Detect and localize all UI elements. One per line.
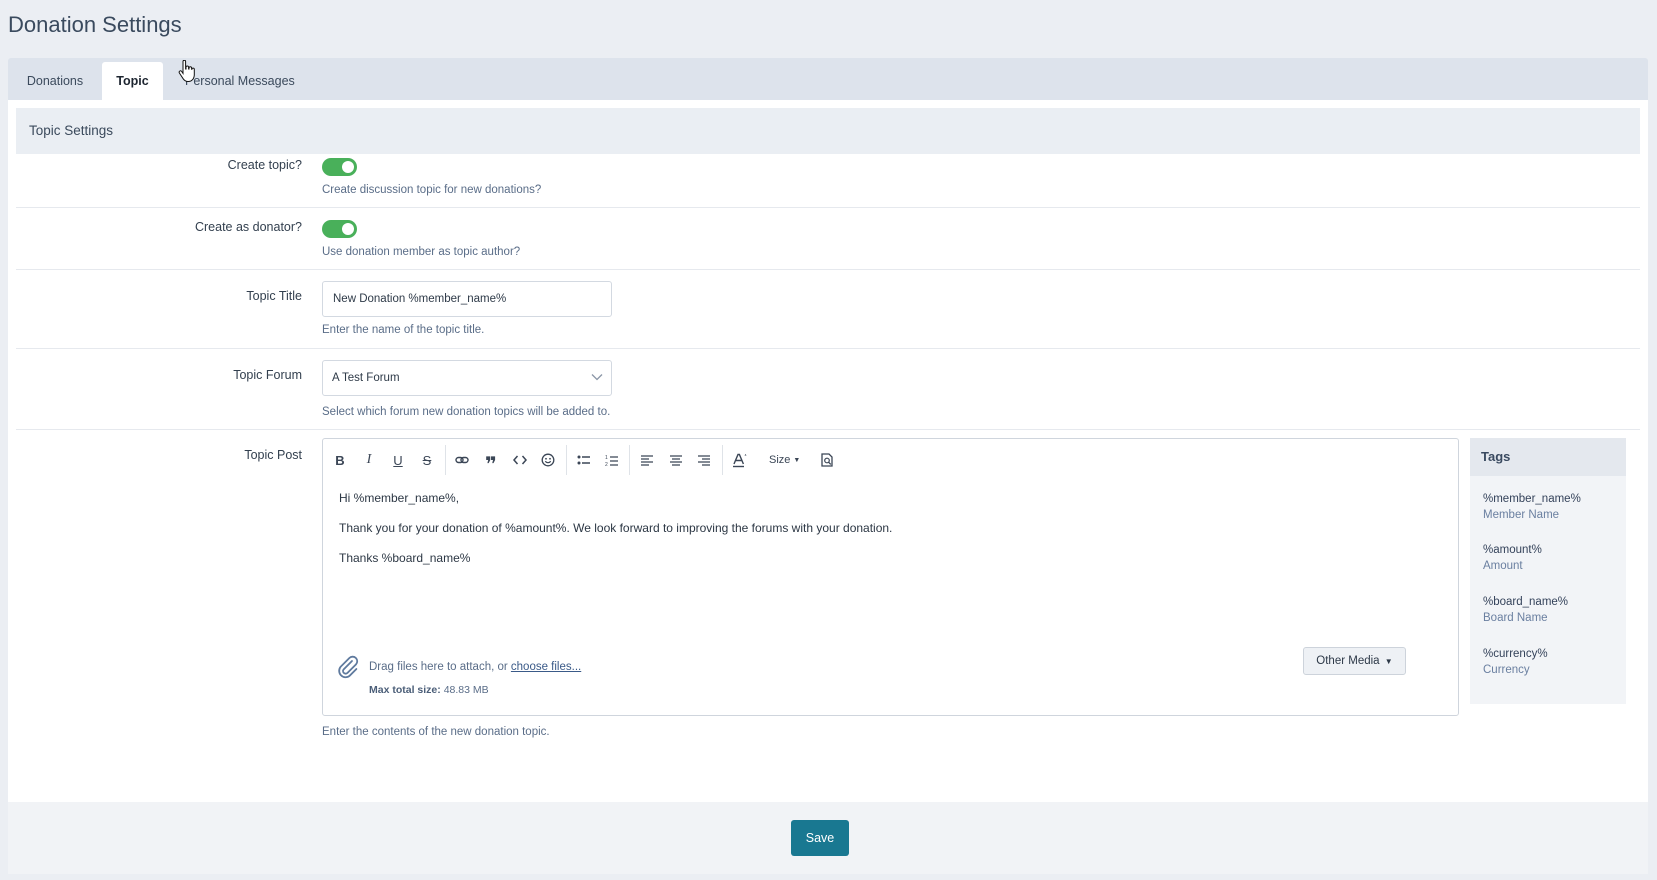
align-right-icon — [698, 454, 710, 466]
max-size-info: Max total size: 48.83 MB — [369, 684, 489, 696]
create-as-donator-label: Create as donator? — [194, 220, 302, 234]
tag-item[interactable]: %member_name% Member Name — [1483, 492, 1581, 523]
create-topic-toggle[interactable] — [322, 158, 357, 176]
align-center-icon — [670, 454, 682, 466]
editor-toolbar: B I U S ❞ 1 2 Size ▼ — [323, 439, 1458, 481]
topic-forum-description: Select which forum new donation topics w… — [322, 406, 611, 418]
link-icon — [455, 456, 469, 464]
topic-forum-select[interactable]: A Test Forum — [322, 360, 612, 396]
tag-item[interactable]: %board_name% Board Name — [1483, 595, 1568, 626]
toolbar-divider — [566, 445, 567, 475]
topic-title-description: Enter the name of the topic title. — [322, 324, 485, 336]
create-as-donator-description: Use donation member as topic author? — [322, 246, 521, 258]
create-topic-row: Create topic? Create discussion topic fo… — [16, 146, 1640, 208]
editor-line: Hi %member_name%, — [339, 491, 460, 505]
attach-drop-text: Drag files here to attach, or — [369, 661, 511, 673]
tag-code: %amount% — [1483, 544, 1542, 556]
create-topic-description: Create discussion topic for new donation… — [322, 184, 542, 196]
create-as-donator-row: Create as donator? Use donation member a… — [16, 208, 1640, 270]
tag-name: Amount — [1483, 560, 1523, 572]
tag-name: Member Name — [1483, 509, 1560, 521]
quote-icon: ❞ — [485, 453, 497, 476]
bullet-list-button[interactable] — [573, 449, 595, 471]
numbered-list-button[interactable]: 12 — [601, 449, 623, 471]
font-size-label: Size — [769, 454, 791, 466]
tab-bar: Donations Topic Personal Messages — [8, 58, 1648, 100]
preview-button[interactable] — [816, 449, 838, 471]
editor-line: Thank you for your donation of %amount%.… — [339, 521, 893, 535]
tab-donations[interactable]: Donations — [8, 62, 102, 100]
topic-title-label: Topic Title — [246, 289, 302, 303]
max-size-label: Max total size: — [369, 684, 441, 696]
tag-code: %member_name% — [1483, 493, 1581, 505]
attachment-dropzone[interactable]: Drag files here to attach, or choose fil… — [337, 655, 1437, 705]
topic-forum-label: Topic Forum — [233, 368, 302, 382]
caret-down-icon: ▼ — [793, 456, 801, 464]
topic-title-row: Topic Title Enter the name of the topic … — [16, 270, 1640, 349]
create-topic-label: Create topic? — [227, 158, 302, 172]
bold-button[interactable]: B — [329, 449, 351, 471]
editor-content[interactable]: Hi %member_name%, Thank you for your don… — [339, 491, 892, 581]
svg-text:1: 1 — [605, 455, 608, 461]
other-media-label: Other Media — [1316, 655, 1380, 667]
topic-forum-row: Topic Forum A Test Forum Select which fo… — [16, 349, 1640, 430]
hand-cursor-icon — [178, 60, 195, 82]
align-right-button[interactable] — [693, 449, 715, 471]
editor-line: Thanks %board_name% — [339, 551, 471, 565]
bullet-list-icon — [577, 455, 590, 465]
italic-button[interactable]: I — [358, 449, 380, 471]
code-icon — [513, 455, 527, 465]
align-left-button[interactable] — [636, 449, 658, 471]
topic-post-row: Topic Post B I U S ❞ 1 2 Size ▼ Hi %memb… — [16, 430, 1640, 752]
code-button[interactable] — [509, 449, 531, 471]
tag-name: Board Name — [1483, 612, 1548, 624]
preview-icon — [820, 453, 833, 467]
tag-name: Currency — [1483, 664, 1530, 676]
tab-topic[interactable]: Topic — [102, 62, 163, 100]
toolbar-divider — [629, 445, 630, 475]
topic-title-input[interactable] — [322, 281, 612, 317]
emoji-button[interactable] — [537, 449, 559, 471]
toolbar-divider — [445, 445, 446, 475]
toolbar-divider — [722, 445, 723, 475]
attach-instructions: Drag files here to attach, or choose fil… — [369, 661, 581, 673]
link-button[interactable] — [451, 449, 473, 471]
topic-forum-selected: A Test Forum — [332, 372, 400, 384]
tag-code: %board_name% — [1483, 596, 1569, 608]
topic-post-label: Topic Post — [244, 448, 302, 462]
underline-button[interactable]: U — [387, 449, 409, 471]
rich-text-editor: B I U S ❞ 1 2 Size ▼ Hi %member_name%, T… — [322, 438, 1459, 716]
numbered-list-icon: 12 — [605, 455, 618, 467]
other-media-button[interactable]: Other Media ▼ — [1303, 647, 1406, 675]
font-color-button[interactable] — [729, 449, 751, 471]
align-left-icon — [641, 454, 653, 466]
topic-post-description: Enter the contents of the new donation t… — [322, 726, 550, 738]
chevron-down-icon — [591, 374, 603, 381]
tag-item[interactable]: %currency% Currency — [1483, 647, 1548, 678]
quote-button[interactable]: ❞ — [480, 449, 502, 476]
create-as-donator-toggle[interactable] — [322, 220, 357, 238]
max-size-value: 48.83 MB — [443, 684, 489, 696]
settings-panel: Topic Settings Create topic? Create disc… — [8, 100, 1648, 802]
tags-panel: Tags %member_name% Member Name %amount% … — [1470, 438, 1626, 704]
tags-title: Tags — [1470, 438, 1626, 476]
page-title: Donation Settings — [8, 12, 182, 37]
strikethrough-button[interactable]: S — [416, 449, 438, 471]
tag-item[interactable]: %amount% Amount — [1483, 543, 1542, 574]
choose-files-link[interactable]: choose files... — [511, 661, 581, 673]
tag-code: %currency% — [1483, 648, 1548, 660]
tab-personal-messages-label: Personal Messages — [185, 74, 295, 88]
caret-down-icon: ▼ — [1384, 657, 1393, 666]
save-button[interactable]: Save — [791, 820, 849, 856]
svg-text:2: 2 — [605, 462, 608, 467]
font-color-icon — [733, 453, 747, 467]
paperclip-icon — [338, 655, 359, 679]
emoji-icon — [541, 453, 555, 467]
font-size-button[interactable]: Size ▼ — [769, 449, 800, 471]
align-center-button[interactable] — [665, 449, 687, 471]
